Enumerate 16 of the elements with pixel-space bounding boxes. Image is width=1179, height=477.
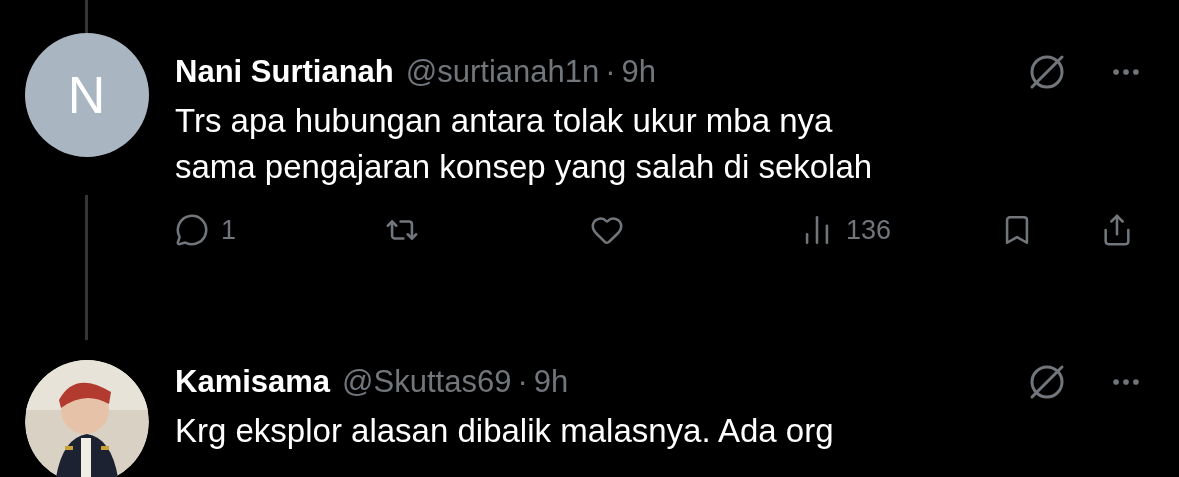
post-text: sama pengajaran konsep yang salah di sekolah xyxy=(175,147,874,187)
post-time[interactable]: 9h xyxy=(533,358,569,406)
action-count: 1 xyxy=(221,213,237,247)
separator-dot: · xyxy=(605,52,616,91)
author-handle[interactable]: @Skuttas69 xyxy=(342,358,512,406)
author-name[interactable]: Nani Surtianah xyxy=(175,48,394,96)
post-text: Trs apa hubungan antara tolak ukur mba nya xyxy=(175,101,834,141)
author-handle[interactable]: @surtianah1n xyxy=(405,48,600,96)
slashed-circle-icon[interactable] xyxy=(1029,54,1065,90)
author-name[interactable]: Kamisama xyxy=(175,358,331,406)
separator-dot: · xyxy=(517,362,528,401)
post-text: Krg eksplor alasan dibalik malasnya. Ada org xyxy=(175,411,835,451)
reply-icon[interactable] xyxy=(175,213,209,247)
post-time[interactable]: 9h xyxy=(621,48,657,96)
action-count: 136 xyxy=(846,213,892,247)
slashed-circle-icon[interactable] xyxy=(1029,364,1065,400)
